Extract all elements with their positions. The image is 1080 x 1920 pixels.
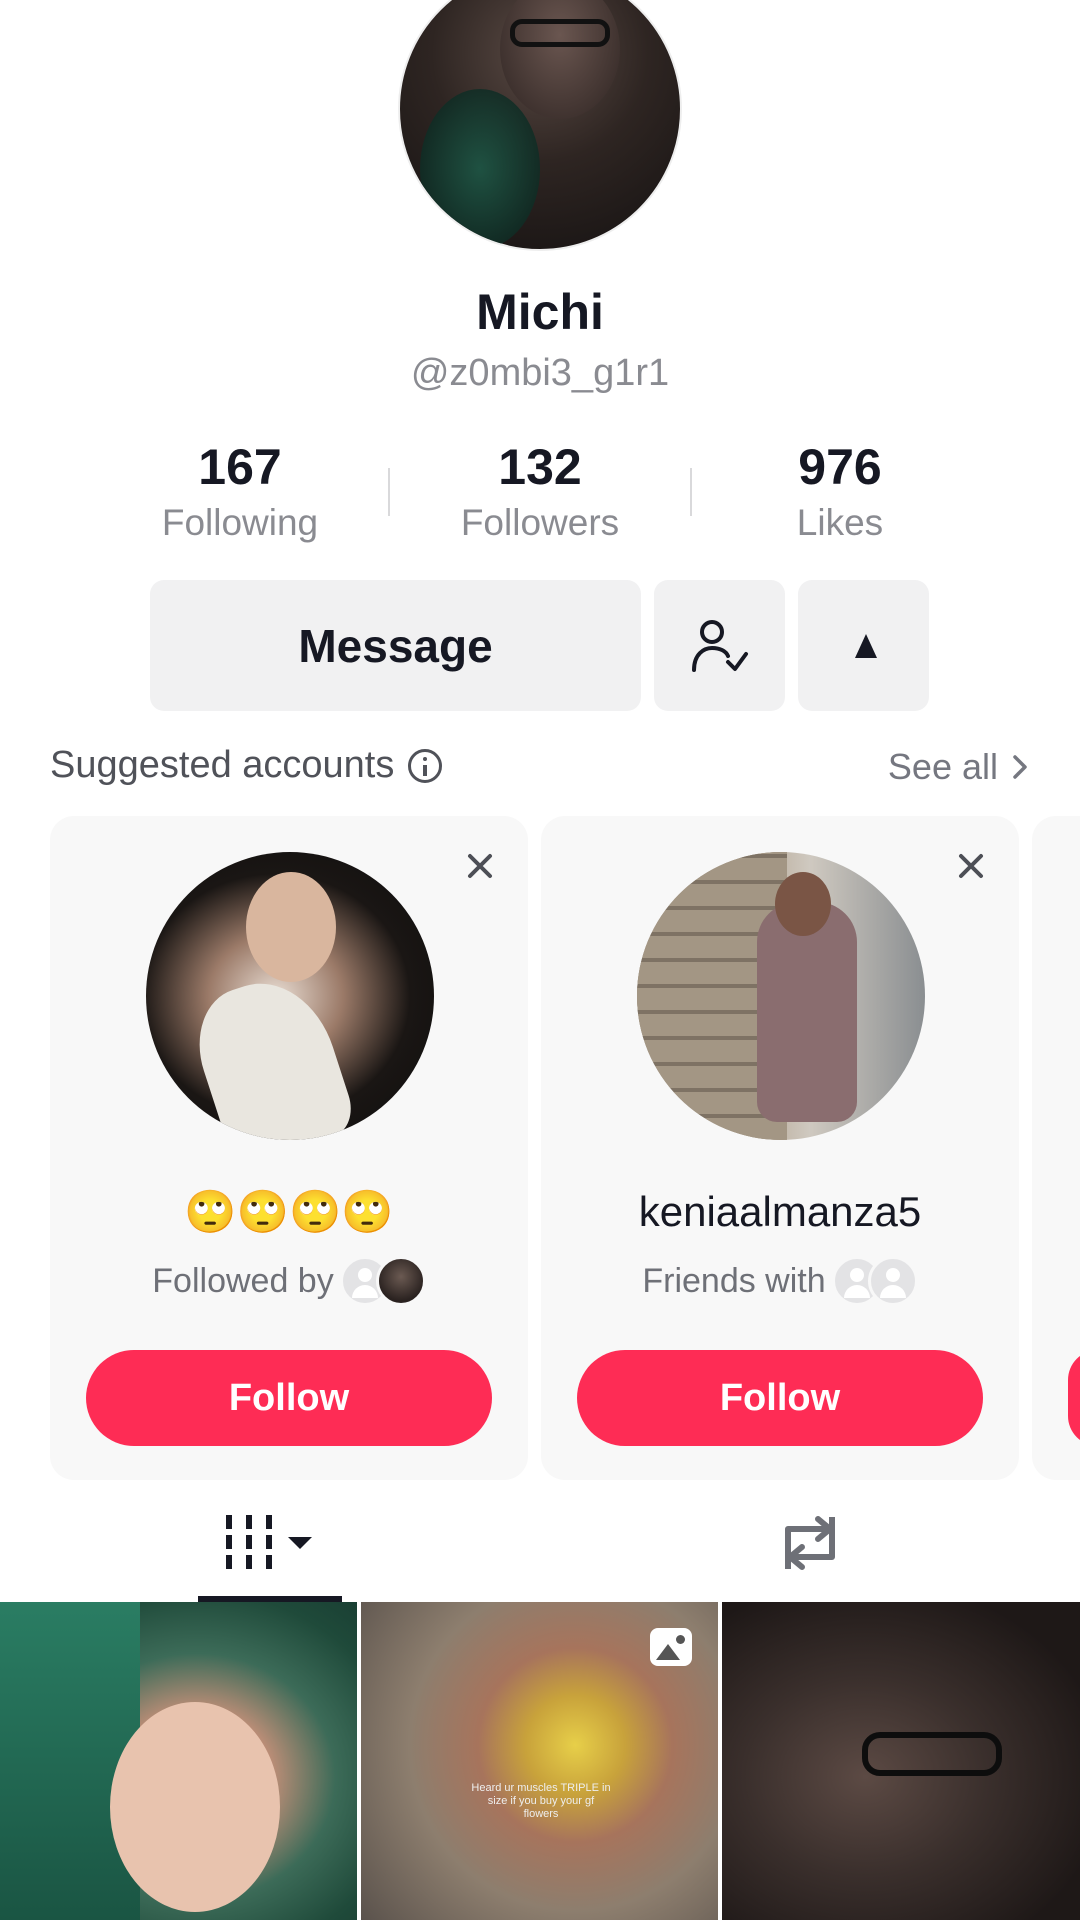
suggested-account-avatar[interactable]: [637, 852, 925, 1140]
profile-tab-bar: [0, 1484, 1080, 1602]
suggested-accounts-header: Suggested accounts: [50, 744, 443, 787]
suggested-account-name: keniaalmanza5: [638, 1188, 922, 1235]
message-button[interactable]: Message: [150, 580, 641, 711]
stat-followers[interactable]: 132 Followers: [410, 438, 670, 544]
stat-followers-label: Followers: [460, 502, 620, 543]
user-check-icon: [691, 619, 748, 672]
profile-avatar[interactable]: [398, 0, 682, 251]
mutuals-label: Friends with: [642, 1261, 826, 1300]
stat-divider: [388, 468, 390, 516]
suggested-account-name: 🙄🙄🙄🙄: [184, 1188, 394, 1235]
mutuals-label: Followed by: [152, 1261, 334, 1300]
follow-button[interactable]: Follow: [577, 1350, 983, 1446]
stat-following-label: Following: [161, 502, 319, 543]
stat-likes-label: Likes: [796, 502, 884, 543]
profile-name: Michi: [476, 284, 604, 340]
avatar-face: [500, 0, 620, 119]
follow-button-partial[interactable]: [1068, 1350, 1080, 1446]
info-icon[interactable]: [408, 748, 443, 783]
grid-icon: [226, 1515, 312, 1569]
stat-likes[interactable]: 976 Likes: [710, 438, 970, 544]
suggested-account-mutuals: Friends with: [541, 1256, 1019, 1306]
mutual-avatars: [831, 1256, 918, 1306]
suggested-account-card[interactable]: keniaalmanza5 Friends with Follow: [541, 816, 1019, 1480]
thumbnail-face: [110, 1702, 280, 1912]
chevron-right-icon: [1013, 755, 1027, 779]
avatar: [375, 1256, 426, 1306]
avatar-dress: [182, 966, 360, 1140]
suggested-account-card-partial[interactable]: [1032, 816, 1080, 1480]
suggested-account-card[interactable]: 🙄🙄🙄🙄 Followed by Follow: [50, 816, 528, 1480]
close-icon[interactable]: [941, 836, 1001, 896]
post-thumbnail[interactable]: [722, 1602, 1080, 1920]
avatar-head: [775, 872, 831, 936]
post-overlay-text: Heard ur muscles TRIPLE in size if you b…: [471, 1782, 611, 1820]
close-icon[interactable]: [450, 836, 510, 896]
post-thumbnail[interactable]: Heard ur muscles TRIPLE in size if you b…: [361, 1602, 718, 1920]
stat-followers-value: 132: [498, 439, 582, 495]
stat-following[interactable]: 167 Following: [110, 438, 370, 544]
mutual-avatars: [339, 1256, 426, 1306]
see-all-label: See all: [887, 746, 998, 787]
see-all-link[interactable]: See all: [888, 746, 1032, 788]
avatar: [867, 1256, 918, 1306]
stat-likes-value: 976: [798, 439, 882, 495]
friends-button[interactable]: [654, 580, 785, 711]
avatar-head: [246, 872, 336, 982]
follow-button[interactable]: Follow: [86, 1350, 492, 1446]
tab-videos[interactable]: [198, 1484, 342, 1602]
repost-icon: [785, 1516, 835, 1570]
tab-reposts[interactable]: [758, 1484, 862, 1602]
suggested-accounts-title: Suggested accounts: [50, 744, 395, 786]
profile-handle: @z0mbi3_g1r1: [410, 352, 670, 394]
post-thumbnail[interactable]: [0, 1602, 357, 1920]
triangle-up-icon: [854, 633, 877, 658]
stat-divider: [690, 468, 692, 516]
stat-following-value: 167: [198, 439, 282, 495]
suggested-account-avatar[interactable]: [146, 852, 434, 1140]
photo-post-icon: [650, 1628, 692, 1666]
more-button[interactable]: [798, 580, 929, 711]
suggested-account-mutuals: Followed by: [50, 1256, 528, 1306]
thumbnail-glasses: [862, 1732, 1002, 1776]
avatar-hair: [420, 89, 540, 249]
avatar-glasses: [510, 19, 610, 47]
